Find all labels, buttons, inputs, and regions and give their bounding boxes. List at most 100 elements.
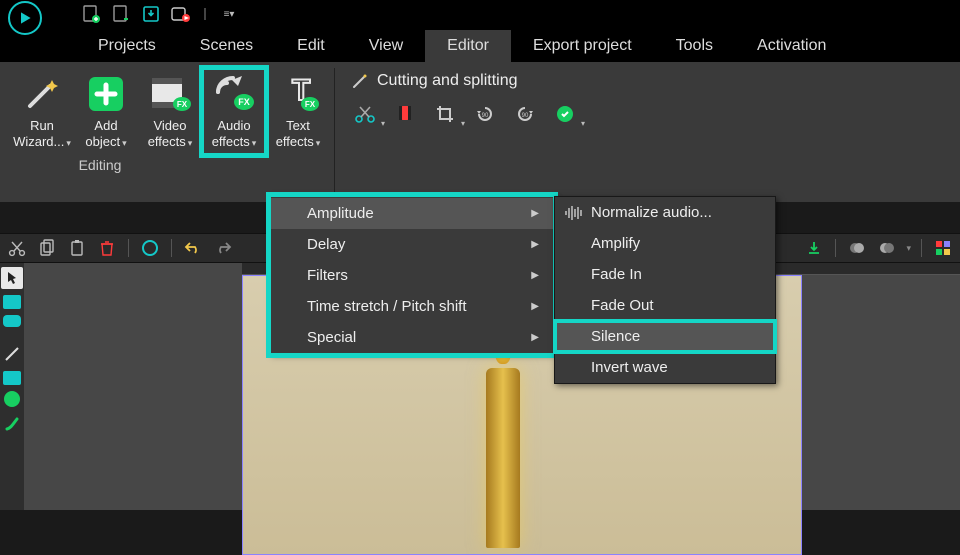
tool-palette	[0, 263, 24, 510]
add-object-label2: object	[85, 134, 126, 149]
circle-shape-icon[interactable]	[139, 237, 161, 259]
dd2-silence[interactable]: Silence	[555, 321, 775, 352]
video-effects-label2: effects	[148, 134, 193, 149]
tb-sep4	[921, 239, 922, 257]
dd2-fadein-label: Fade In	[591, 266, 642, 283]
svg-text:FX: FX	[177, 100, 188, 109]
svg-text:FX: FX	[238, 97, 250, 107]
audio-effects-label1: Audio	[217, 118, 250, 133]
dd1-amplitude-label: Amplitude	[307, 205, 374, 222]
download-icon[interactable]	[803, 237, 825, 259]
rotate-right-icon[interactable]: 90	[511, 102, 539, 126]
run-wizard-label2: Wizard...	[13, 134, 71, 149]
tb-sep3	[835, 239, 836, 257]
amplitude-submenu: Normalize audio... Amplify Fade In Fade …	[554, 196, 776, 384]
dd1-delay-label: Delay	[307, 236, 345, 253]
svg-text:90: 90	[522, 113, 529, 119]
tb-sep	[128, 239, 129, 257]
add-object-label1: Add	[94, 118, 117, 133]
undo-icon[interactable]	[182, 237, 204, 259]
pal-teal-rect[interactable]	[3, 295, 21, 309]
dd1-amplitude[interactable]: Amplitude▶	[271, 198, 553, 229]
layer-dd-icon[interactable]: ▾	[906, 243, 911, 254]
dd2-amplify[interactable]: Amplify	[555, 228, 775, 259]
dd2-invert[interactable]: Invert wave	[555, 352, 775, 383]
audio-effects-icon: FX	[212, 72, 256, 116]
paste-icon[interactable]	[66, 237, 88, 259]
dd1-filters[interactable]: Filters▶	[271, 260, 553, 291]
qat-save-icon[interactable]	[140, 3, 162, 25]
rotate-left-icon[interactable]: 90	[471, 102, 499, 126]
dd2-invert-label: Invert wave	[591, 359, 668, 376]
dd1-special-label: Special	[307, 329, 356, 346]
layer1-icon[interactable]	[846, 237, 868, 259]
dd2-silence-label: Silence	[591, 328, 640, 345]
settings-tool-icon[interactable]	[551, 102, 579, 126]
candle-graphic	[473, 336, 533, 555]
ribbon-group-label: Editing	[79, 157, 122, 173]
run-wizard-label1: Run	[30, 118, 54, 133]
audio-effects-label2: effects	[212, 134, 257, 149]
menu-scenes[interactable]: Scenes	[178, 30, 275, 62]
dd2-fadein[interactable]: Fade In	[555, 259, 775, 290]
menu-tools[interactable]: Tools	[654, 30, 735, 62]
qat-doc1-icon[interactable]	[80, 3, 102, 25]
dd2-fadeout[interactable]: Fade Out	[555, 290, 775, 321]
add-object-icon	[84, 72, 128, 116]
dd1-time-stretch[interactable]: Time stretch / Pitch shift▶	[271, 291, 553, 322]
cut-tool-icon[interactable]	[351, 102, 379, 126]
dd1-special[interactable]: Special▶	[271, 322, 553, 353]
menu-projects[interactable]: Projects	[76, 30, 178, 62]
marker-tool-icon[interactable]	[391, 102, 419, 126]
audio-effects-button[interactable]: FX Audioeffects	[202, 68, 266, 155]
ribbon: RunWizard... Addobject FX Videoeffects F…	[0, 62, 960, 202]
pal-teal-round[interactable]	[3, 315, 21, 327]
menu-edit[interactable]: Edit	[275, 30, 347, 62]
qat-separator	[204, 8, 206, 20]
video-effects-button[interactable]: FX Videoeffects	[138, 68, 202, 155]
grid-icon[interactable]	[932, 237, 954, 259]
wand-icon	[351, 72, 369, 90]
text-effects-label1: Text	[286, 118, 310, 133]
crop-tool-icon[interactable]	[431, 102, 459, 126]
menu-export-project[interactable]: Export project	[511, 30, 654, 62]
dd2-normalize[interactable]: Normalize audio...	[555, 197, 775, 228]
menu-activation[interactable]: Activation	[735, 30, 848, 62]
dd2-normalize-label: Normalize audio...	[591, 204, 712, 221]
line-tool-icon[interactable]	[1, 343, 23, 365]
brush-tool-icon[interactable]	[1, 413, 23, 435]
text-effects-label2: effects	[276, 134, 321, 149]
cutting-label: Cutting and splitting	[377, 72, 518, 90]
wizard-icon	[20, 72, 64, 116]
svg-text:FX: FX	[305, 100, 316, 109]
text-effects-icon: TFX	[276, 72, 320, 116]
dd2-amplify-label: Amplify	[591, 235, 640, 252]
pointer-tool-icon[interactable]	[1, 267, 23, 289]
ribbon-group-editing: RunWizard... Addobject FX Videoeffects F…	[0, 62, 332, 202]
qat-record-icon[interactable]	[170, 3, 192, 25]
video-effects-icon: FX	[148, 72, 192, 116]
qat-doc2-icon[interactable]	[110, 3, 132, 25]
tb-sep2	[171, 239, 172, 257]
text-effects-button[interactable]: TFX Texteffects	[266, 68, 330, 155]
redo-icon[interactable]	[212, 237, 234, 259]
pal-teal-square[interactable]	[3, 371, 21, 385]
add-object-button[interactable]: Addobject	[74, 68, 138, 155]
waveform-icon	[563, 202, 585, 224]
dd1-delay[interactable]: Delay▶	[271, 229, 553, 260]
qat-more-icon[interactable]: ≡▾	[218, 3, 240, 25]
app-logo[interactable]	[8, 1, 42, 35]
audio-effects-dropdown: Amplitude▶ Delay▶ Filters▶ Time stretch …	[270, 196, 554, 354]
pal-green-circle[interactable]	[4, 391, 20, 407]
scissors-icon[interactable]	[6, 237, 28, 259]
layer2-icon[interactable]	[876, 237, 898, 259]
delete-icon[interactable]	[96, 237, 118, 259]
svg-text:90: 90	[482, 113, 489, 119]
ribbon-cutting-group: Cutting and splitting 90 90	[337, 62, 593, 202]
menu-bar: Projects Scenes Edit View Editor Export …	[0, 28, 960, 62]
menu-editor[interactable]: Editor	[425, 30, 511, 62]
run-wizard-button[interactable]: RunWizard...	[10, 68, 74, 155]
copy-icon[interactable]	[36, 237, 58, 259]
video-effects-label1: Video	[153, 118, 186, 133]
menu-view[interactable]: View	[347, 30, 425, 62]
